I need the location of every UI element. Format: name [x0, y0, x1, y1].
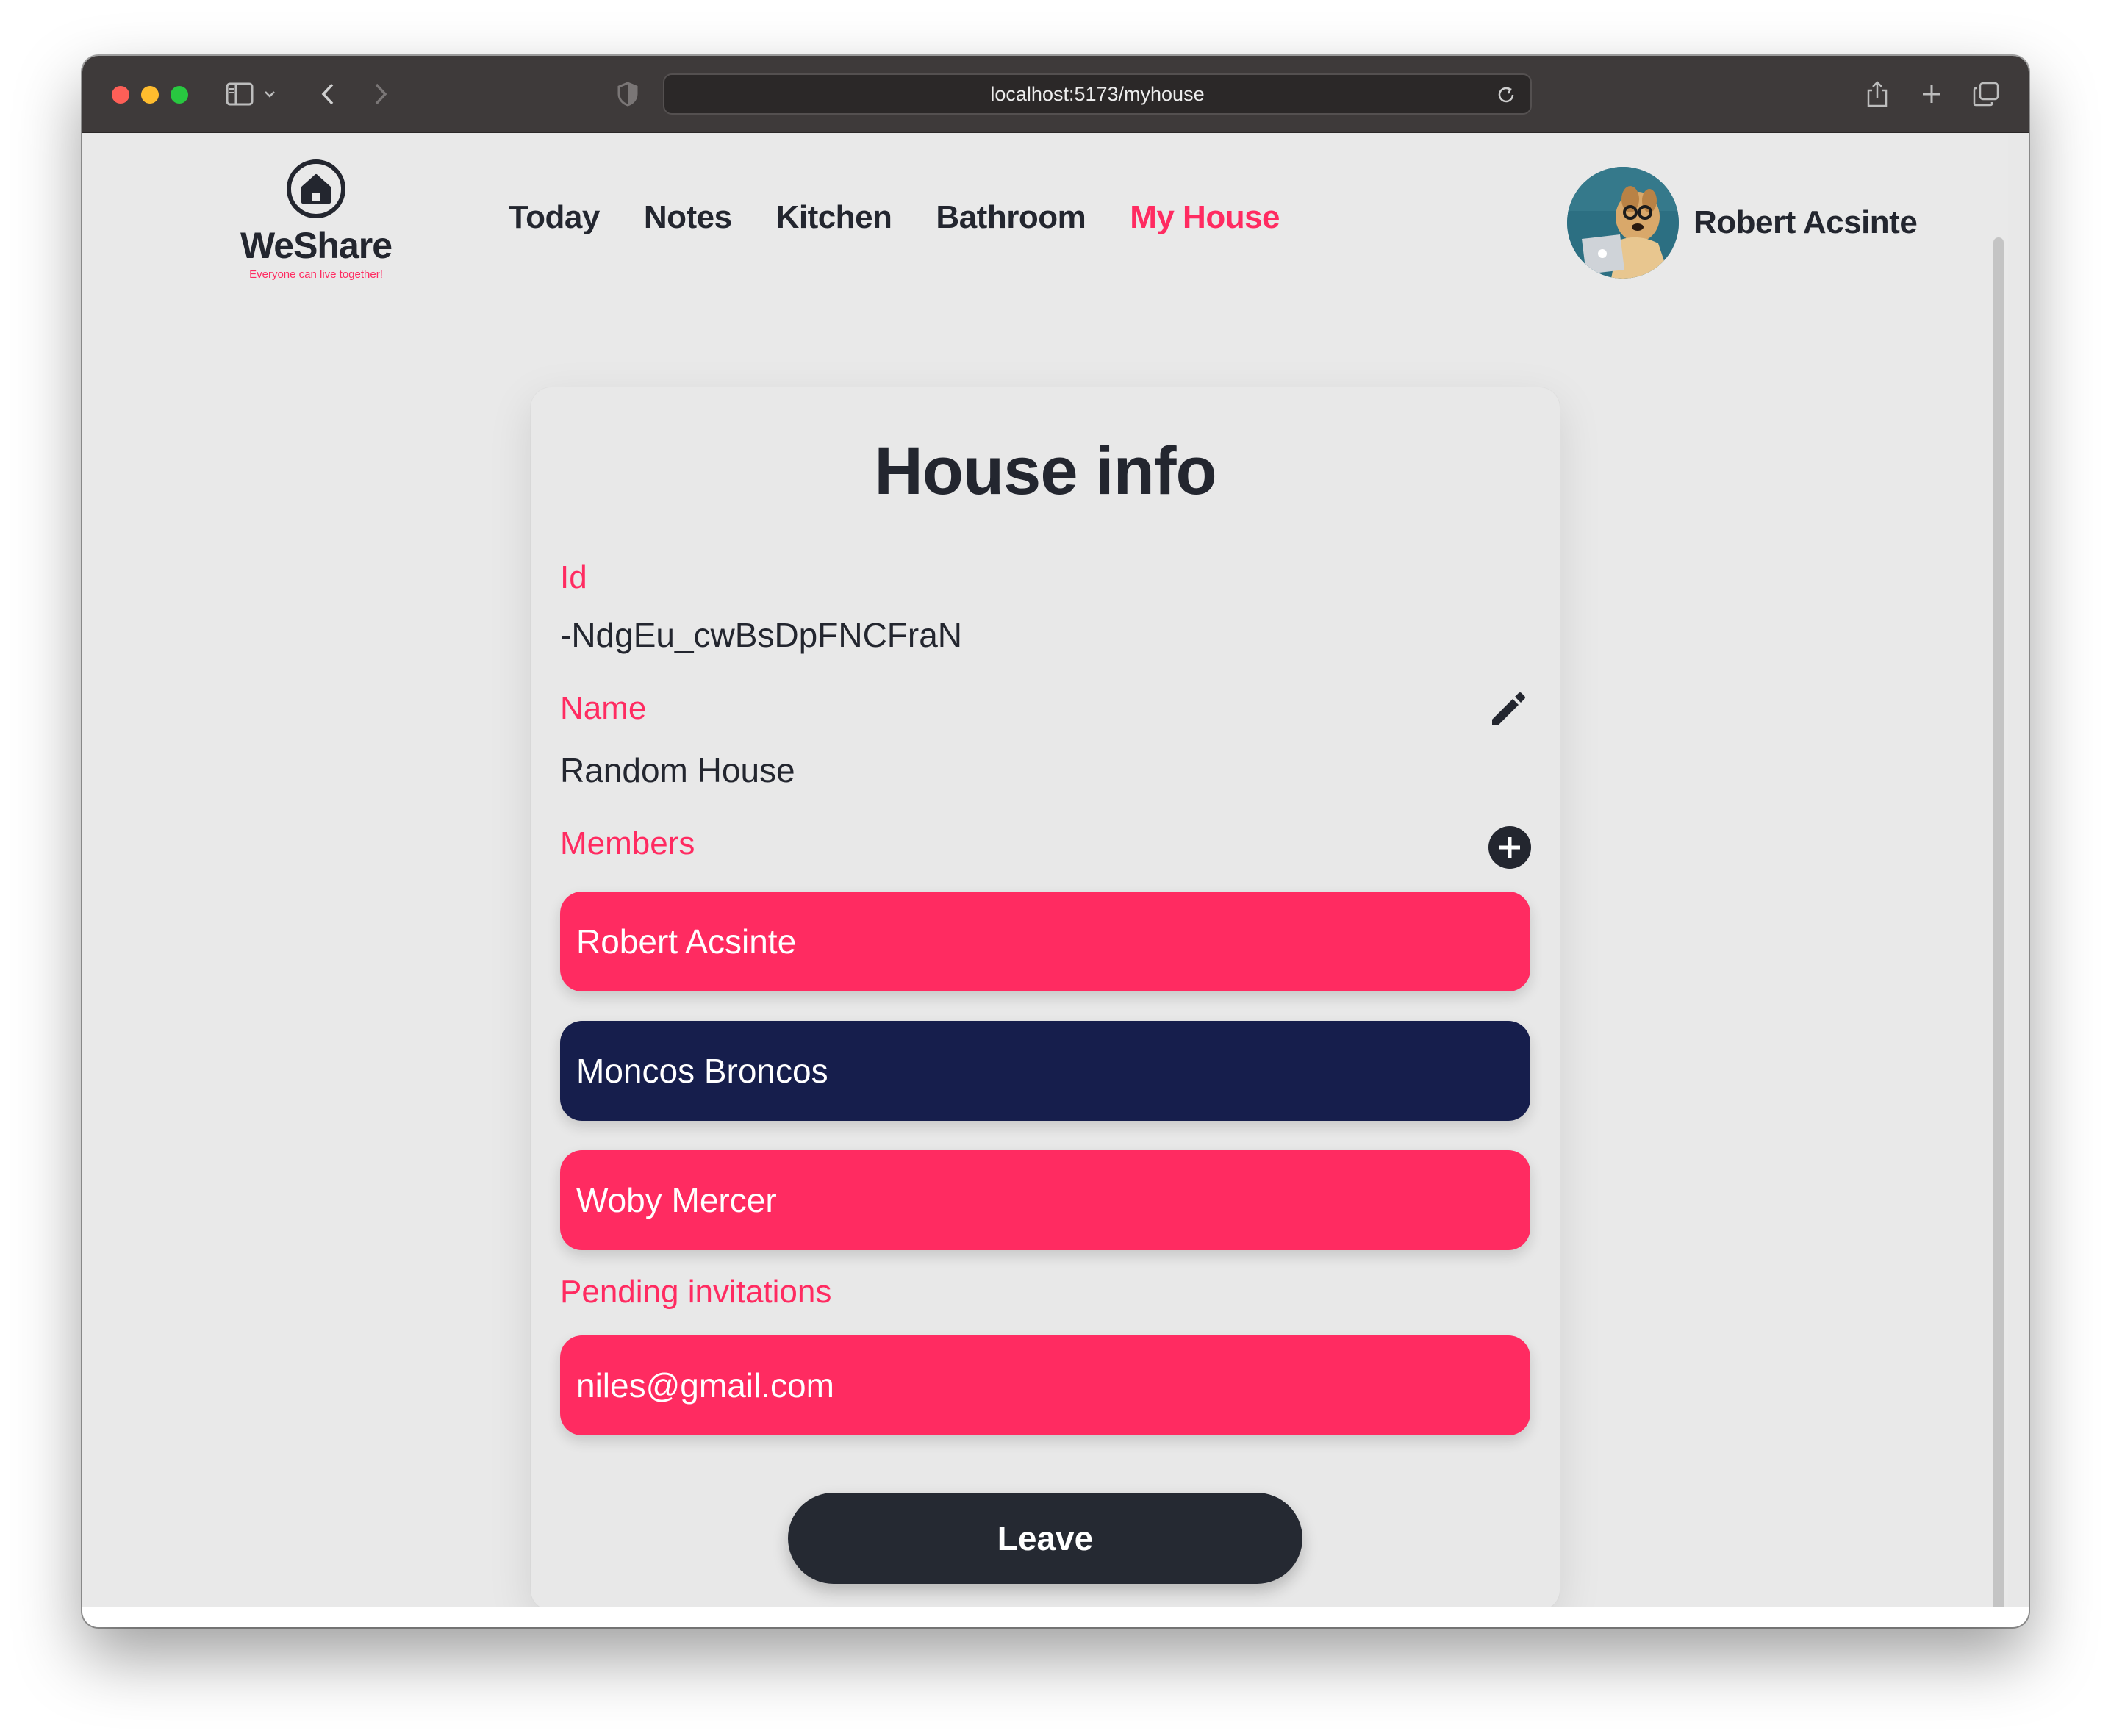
reload-icon[interactable] — [1495, 84, 1517, 106]
leave-button[interactable]: Leave — [788, 1493, 1302, 1584]
brand-name: WeShare — [240, 225, 393, 266]
minimize-window-button[interactable] — [141, 86, 159, 104]
browser-window: localhost:5173/myhouse WeShare Everyone … — [82, 56, 2029, 1627]
address-bar[interactable]: localhost:5173/myhouse — [663, 73, 1532, 115]
brand-tagline: Everyone can live together! — [249, 268, 383, 281]
pending-invitations-label: Pending invitations — [560, 1274, 832, 1310]
share-icon[interactable] — [1860, 78, 1895, 110]
shield-icon[interactable] — [610, 78, 645, 110]
nav-item-bathroom[interactable]: Bathroom — [936, 199, 1086, 236]
new-tab-icon[interactable] — [1914, 78, 1949, 110]
add-member-plus-circle-icon[interactable] — [1488, 825, 1532, 869]
main-nav: Today Notes Kitchen Bathroom My House — [509, 199, 1324, 236]
screenshot-stage: localhost:5173/myhouse WeShare Everyone … — [0, 0, 2111, 1736]
page-title: House info — [874, 434, 1216, 509]
pencil-icon[interactable] — [1486, 687, 1530, 731]
avatar[interactable] — [1567, 167, 1679, 279]
maximize-window-button[interactable] — [171, 86, 188, 104]
house-icon — [287, 159, 345, 218]
window-bottom-edge — [82, 1607, 2029, 1627]
back-arrow-icon[interactable] — [310, 78, 345, 110]
brand-logo[interactable]: WeShare Everyone can live together! — [235, 159, 397, 299]
close-window-button[interactable] — [112, 86, 129, 104]
nav-item-my-house[interactable]: My House — [1130, 199, 1280, 236]
name-value: Random House — [560, 751, 795, 789]
url-text: localhost:5173/myhouse — [990, 82, 1205, 105]
user-profile[interactable]: Robert Acsinte — [1567, 167, 1918, 279]
sidebar-toggle-icon[interactable] — [222, 78, 257, 110]
pending-invitation-item[interactable]: niles@gmail.com — [560, 1335, 1530, 1435]
name-label: Name — [560, 690, 647, 726]
tab-overview-icon[interactable] — [1968, 78, 2004, 110]
member-item-moncos-broncos[interactable]: Moncos Broncos — [560, 1021, 1530, 1121]
vertical-scrollbar[interactable] — [1993, 237, 2004, 1627]
user-name: Robert Acsinte — [1694, 204, 1918, 240]
forward-arrow-icon[interactable] — [363, 78, 398, 110]
members-label: Members — [560, 825, 695, 861]
nav-item-today[interactable]: Today — [509, 199, 600, 236]
page-content: WeShare Everyone can live together! Toda… — [82, 134, 2008, 1627]
nav-item-notes[interactable]: Notes — [644, 199, 732, 236]
member-item-woby-mercer[interactable]: Woby Mercer — [560, 1150, 1530, 1250]
id-label: Id — [560, 559, 587, 595]
nav-item-kitchen[interactable]: Kitchen — [776, 199, 892, 236]
browser-titlebar: localhost:5173/myhouse — [82, 56, 2029, 133]
chevron-down-icon[interactable] — [259, 78, 281, 110]
member-item-robert-acsinte[interactable]: Robert Acsinte — [560, 892, 1530, 991]
house-info-card: House info Id -NdgEu_cwBsDpFNCFraN Name … — [531, 387, 1560, 1610]
id-value: -NdgEu_cwBsDpFNCFraN — [560, 616, 963, 654]
